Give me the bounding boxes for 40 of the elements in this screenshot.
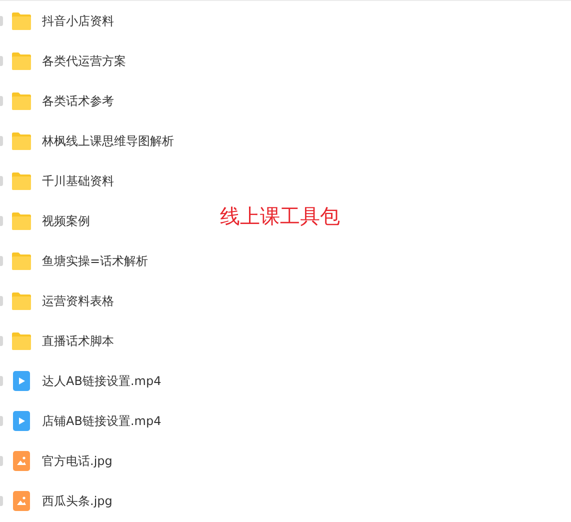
file-name[interactable]: 林枫线上课思维导图解析: [42, 132, 174, 150]
file-name[interactable]: 抖音小店资料: [42, 12, 114, 30]
checkbox[interactable]: [0, 296, 3, 306]
image-file-icon: [13, 491, 30, 511]
file-name[interactable]: 各类话术参考: [42, 92, 114, 110]
checkbox[interactable]: [0, 176, 3, 186]
checkbox[interactable]: [0, 256, 3, 266]
file-name[interactable]: 视频案例: [42, 212, 90, 230]
file-name[interactable]: 直播话术脚本: [42, 332, 114, 350]
checkbox[interactable]: [0, 16, 3, 26]
checkbox[interactable]: [0, 496, 3, 506]
checkbox[interactable]: [0, 136, 3, 146]
file-name[interactable]: 鱼塘实操=话术解析: [42, 252, 148, 270]
checkbox[interactable]: [0, 96, 3, 106]
folder-icon: [11, 172, 32, 190]
file-name[interactable]: 官方电话.jpg: [42, 452, 112, 470]
checkbox[interactable]: [0, 416, 3, 426]
checkbox[interactable]: [0, 336, 3, 346]
overlay-title: 线上课工具包: [220, 203, 340, 230]
checkbox[interactable]: [0, 216, 3, 226]
image-file-icon: [13, 451, 30, 471]
folder-icon: [11, 332, 32, 350]
folder-icon: [11, 132, 32, 150]
file-name[interactable]: 运营资料表格: [42, 292, 114, 310]
folder-icon: [11, 52, 32, 70]
file-name[interactable]: 西瓜头条.jpg: [42, 492, 112, 510]
video-file-icon: [13, 411, 30, 431]
file-name[interactable]: 千川基础资料: [42, 172, 114, 190]
checkbox[interactable]: [0, 376, 3, 386]
checkbox[interactable]: [0, 56, 3, 66]
folder-icon: [11, 252, 32, 270]
file-name[interactable]: 达人AB链接设置.mp4: [42, 372, 162, 390]
folder-icon: [11, 12, 32, 30]
folder-icon: [11, 92, 32, 110]
file-name[interactable]: 店铺AB链接设置.mp4: [42, 412, 162, 430]
file-name[interactable]: 各类代运营方案: [42, 52, 126, 70]
folder-icon: [11, 292, 32, 310]
checkbox[interactable]: [0, 456, 3, 466]
video-file-icon: [13, 371, 30, 391]
folder-icon: [11, 212, 32, 230]
